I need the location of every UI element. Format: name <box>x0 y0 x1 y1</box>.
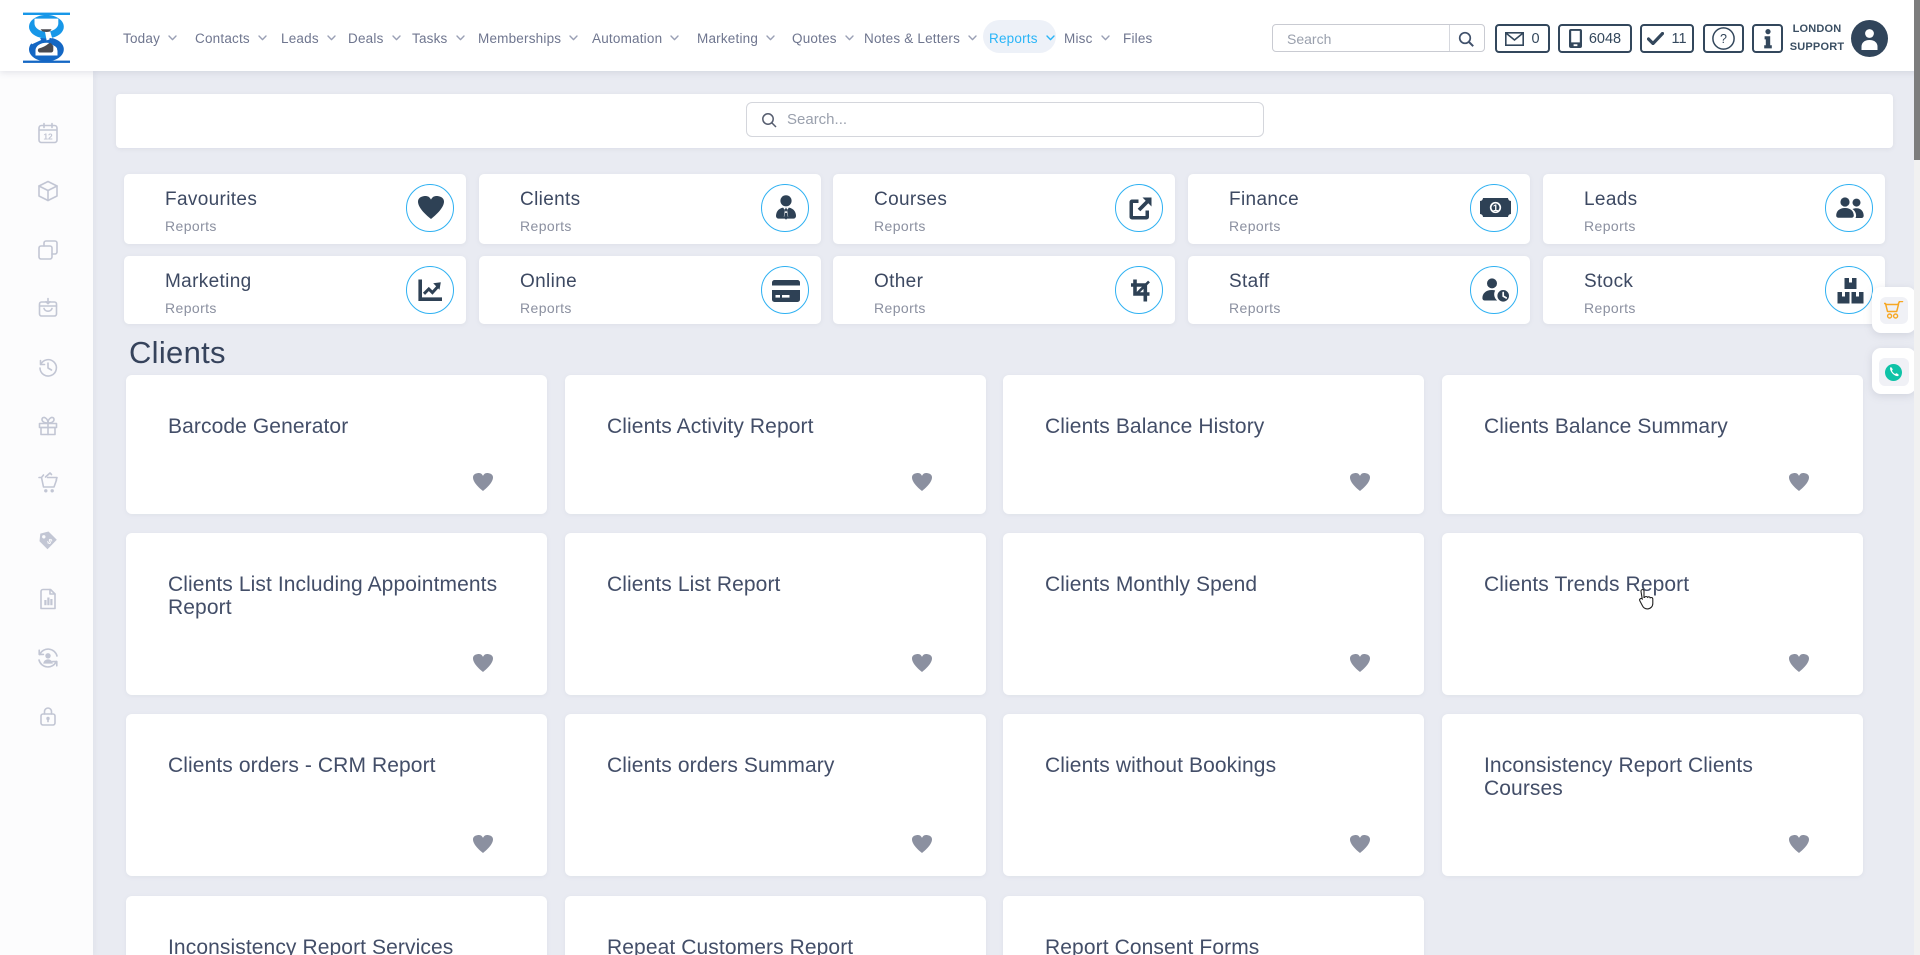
svg-text:1: 1 <box>1493 203 1499 214</box>
svg-text:?: ? <box>1720 32 1727 46</box>
svg-text:12: 12 <box>43 132 53 142</box>
